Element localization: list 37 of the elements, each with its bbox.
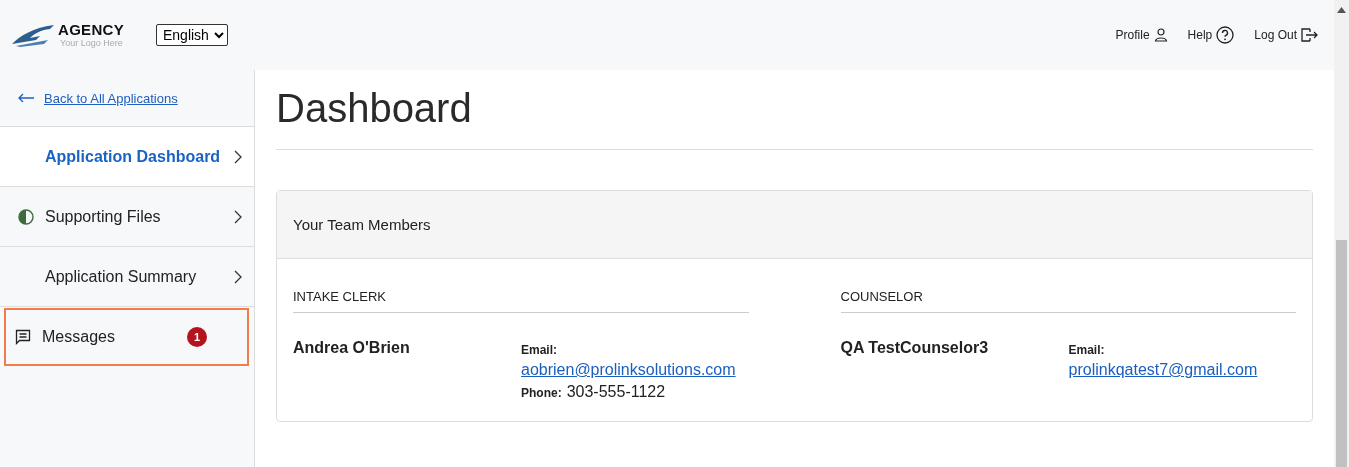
sidebar-item[interactable]: Supporting Files — [0, 187, 254, 247]
header-link[interactable]: Profile — [1115, 26, 1168, 44]
phone-number: 303-555-1122 — [566, 383, 666, 401]
half-circle-icon — [18, 208, 34, 225]
header-link[interactable]: Log Out — [1254, 26, 1318, 44]
chevron-icon — [234, 209, 242, 224]
email-link[interactable]: aobrien@prolinksolutions.com — [521, 361, 736, 379]
chat-icon — [15, 329, 31, 345]
email-label: Email: — [521, 343, 558, 357]
card-title: Your Team Members — [293, 216, 431, 233]
member-name: QA TestCounselor3 — [840, 339, 990, 358]
scrollbar[interactable] — [1334, 0, 1349, 467]
chevron-icon — [234, 149, 242, 164]
help-icon — [1216, 26, 1235, 44]
user-icon — [1153, 28, 1168, 42]
logout-icon — [1301, 28, 1318, 42]
logo-tagline: Your Logo Here — [59, 37, 124, 49]
role-heading: INTAKE CLERK — [293, 289, 749, 313]
header-link[interactable]: Help — [1187, 26, 1235, 44]
email-label: Email: — [1068, 343, 1106, 357]
logo-name: AGENCY — [58, 21, 124, 38]
count-badge: 1 — [187, 327, 207, 347]
back-arrow-icon — [18, 93, 34, 103]
email-link[interactable]: prolinkqatest7@gmail.com — [1068, 361, 1258, 379]
sidebar-item[interactable]: Application Summary — [0, 247, 254, 307]
sidebar-item[interactable]: Application Dashboard — [0, 127, 254, 187]
page-title: Dashboard — [276, 70, 1313, 150]
scroll-up-icon[interactable] — [1337, 7, 1346, 13]
role-heading: COUNSELOR — [840, 289, 1296, 313]
logo-swoosh-icon — [10, 22, 56, 48]
member-name: Andrea O'Brien — [293, 339, 411, 358]
sidebar-item[interactable]: Messages 1 — [4, 308, 249, 366]
phone-label: Phone: — [521, 386, 562, 400]
language-select[interactable]: English — [156, 24, 228, 46]
back-link[interactable]: Back to All Applications — [44, 90, 178, 106]
chevron-icon — [234, 269, 242, 284]
scrollbar-thumb[interactable] — [1336, 240, 1347, 467]
